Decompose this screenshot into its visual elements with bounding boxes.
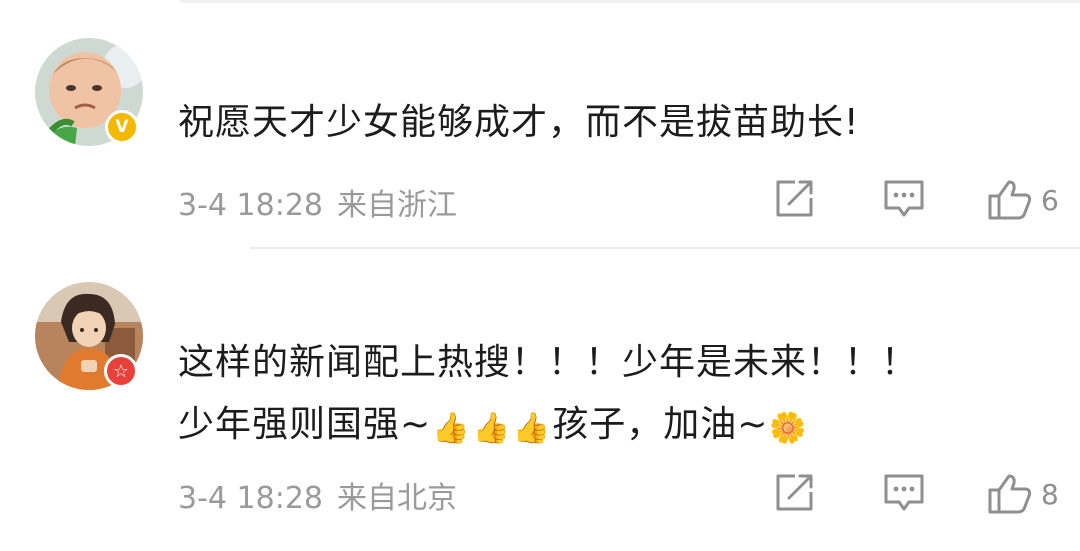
share-button[interactable] bbox=[773, 472, 815, 514]
badge-label: ☆ bbox=[112, 360, 130, 382]
share-icon bbox=[776, 180, 813, 217]
comment-item: V 祝愿天才少女能够成才，而不是拔苗助长! 3-4 18:28 来自浙江 6 bbox=[0, 0, 1080, 250]
comment-meta: 3-4 18:28 来自浙江 bbox=[178, 180, 457, 224]
comment-text: 这样的新闻配上热搜！！！少年是未来！！！ 少年强则国强~👍👍👍孩子，加油~🌼 bbox=[178, 332, 918, 460]
reply-button[interactable] bbox=[882, 178, 926, 220]
like-count: 6 bbox=[1041, 183, 1059, 217]
comment-text-line: 少年强则国强~👍👍👍孩子，加油~🌼 bbox=[178, 394, 918, 460]
thumbs-up-emoji-icon: 👍 bbox=[472, 411, 511, 446]
reply-button[interactable] bbox=[882, 472, 926, 514]
comment-text-segment: 少年强则国强~ bbox=[178, 404, 432, 445]
reply-icon bbox=[884, 474, 924, 511]
red-star-badge: ☆ bbox=[104, 354, 138, 388]
verified-v-badge: V bbox=[105, 110, 139, 144]
comment-text: 祝愿天才少女能够成才，而不是拔苗助长! bbox=[178, 102, 860, 143]
like-count: 8 bbox=[1041, 477, 1059, 511]
share-icon bbox=[776, 474, 813, 511]
thumbs-up-emoji-icon: 👍 bbox=[512, 411, 552, 446]
reply-icon bbox=[884, 180, 924, 217]
comment-meta: 3-4 18:28 来自北京 bbox=[178, 473, 457, 517]
comment-location: 来自北京 bbox=[337, 481, 457, 516]
comment-location: 来自浙江 bbox=[337, 188, 457, 223]
comment-list: V 祝愿天才少女能够成才，而不是拔苗助长! 3-4 18:28 来自浙江 6 ☆… bbox=[0, 0, 1080, 551]
badge-label: V bbox=[115, 117, 129, 137]
row-divider bbox=[250, 247, 1080, 249]
comment-text-line: 这样的新闻配上热搜！！！少年是未来！！！ bbox=[178, 342, 919, 383]
comment-time: 3-4 18:28 bbox=[178, 481, 323, 516]
share-button[interactable] bbox=[773, 178, 815, 220]
thumbs-up-emoji-icon: 👍 bbox=[432, 411, 471, 446]
thumbs-up-icon bbox=[988, 474, 1032, 514]
smiling-flower-emoji-icon: 🌼 bbox=[769, 411, 808, 446]
comment-text-segment: 孩子，加油~ bbox=[552, 404, 769, 445]
comment-item: ☆ 这样的新闻配上热搜！！！少年是未来！！！ 少年强则国强~👍👍👍孩子，加油~🌼… bbox=[0, 250, 1080, 551]
like-button[interactable]: 8 bbox=[987, 472, 1059, 516]
comment-time: 3-4 18:28 bbox=[178, 188, 323, 223]
thumbs-up-icon bbox=[988, 180, 1032, 220]
like-button[interactable]: 6 bbox=[987, 178, 1059, 222]
